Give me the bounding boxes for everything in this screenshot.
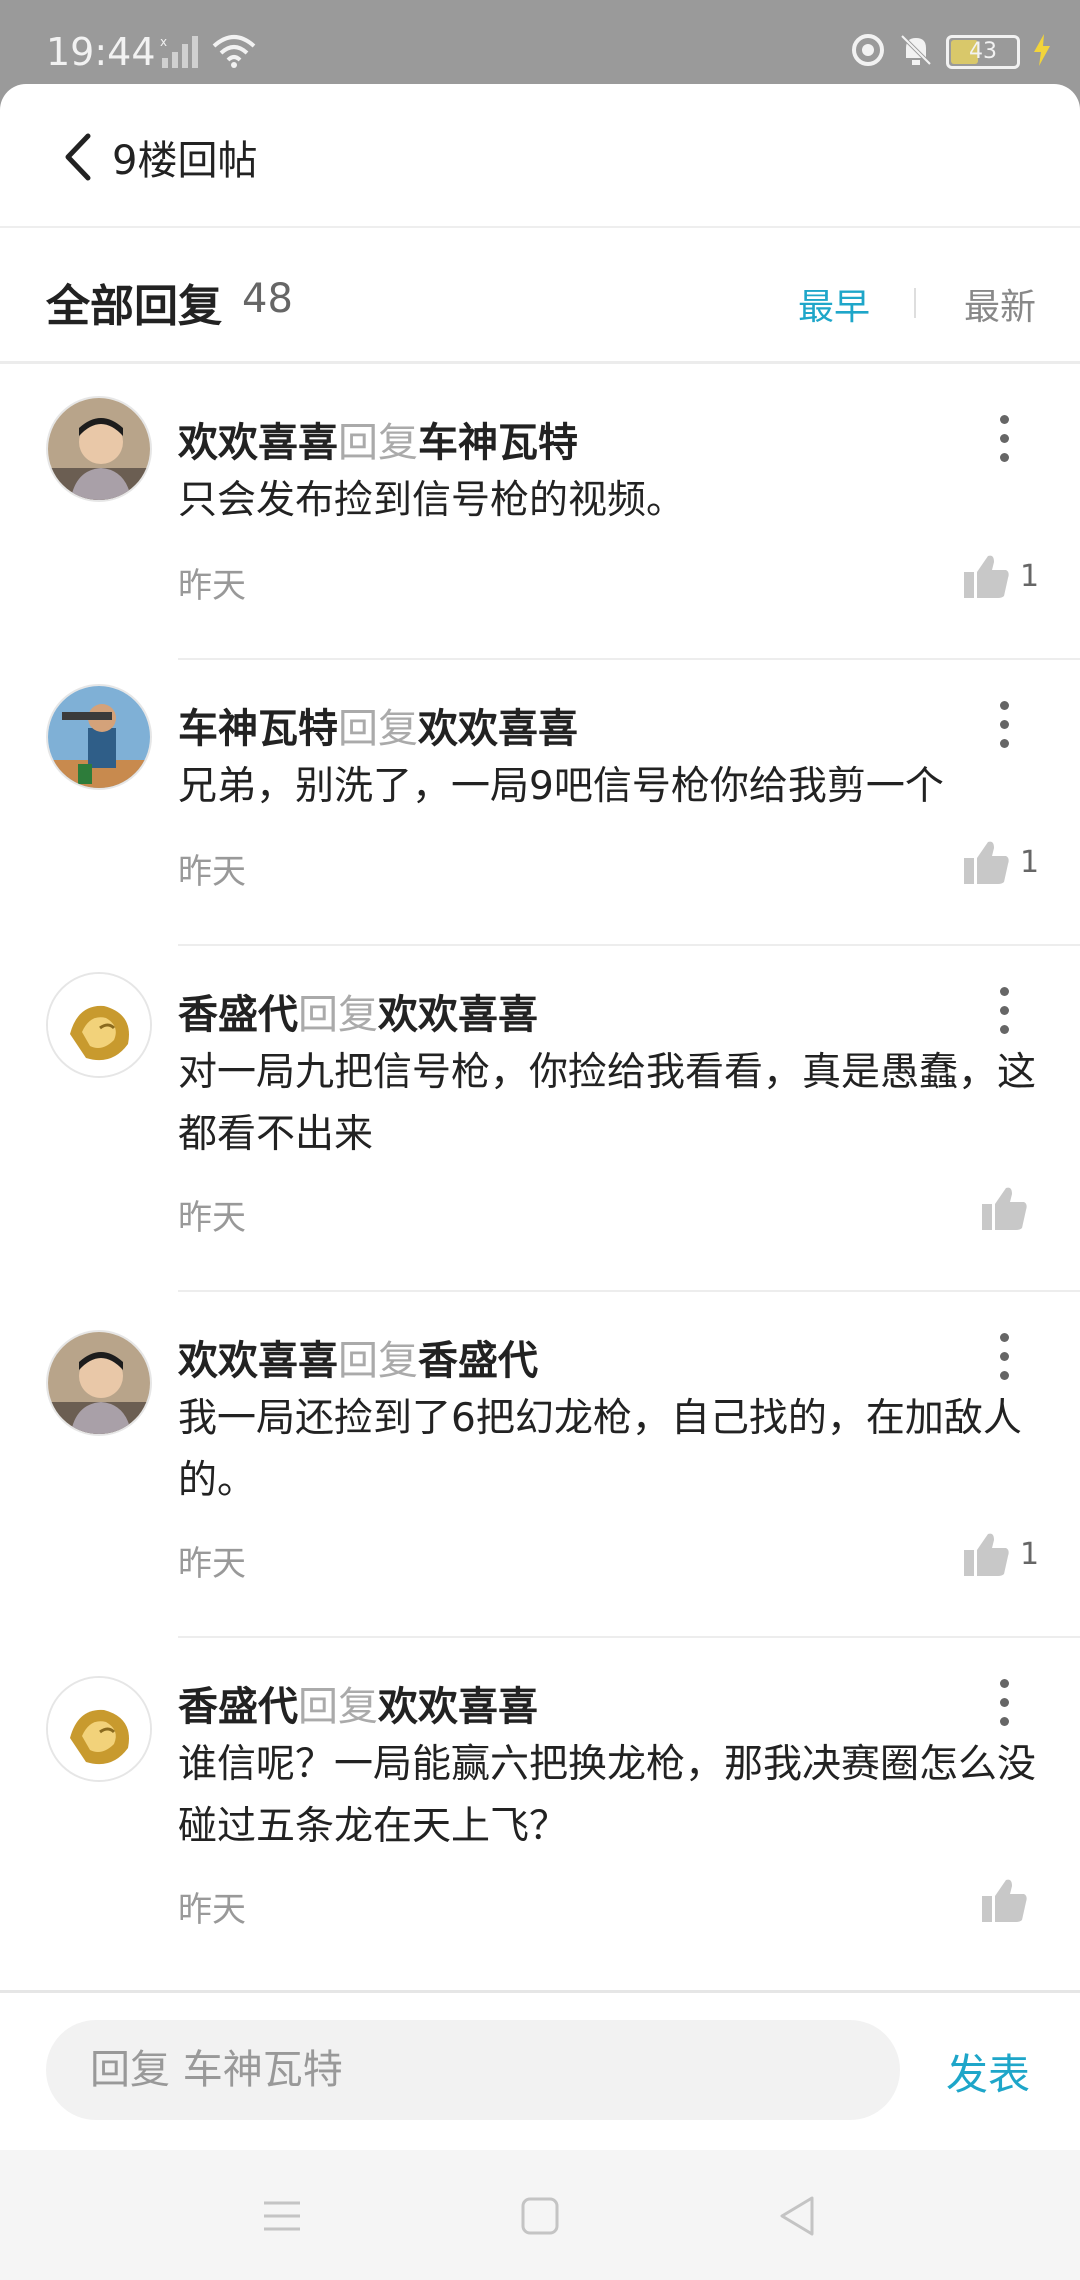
reply-time: 昨天 bbox=[178, 852, 246, 892]
mute-icon bbox=[898, 32, 934, 72]
avatar[interactable] bbox=[46, 1676, 152, 1782]
reply-verb: 回复 bbox=[338, 420, 418, 466]
reply-verb: 回复 bbox=[338, 1338, 418, 1384]
reply-input[interactable] bbox=[46, 2020, 900, 2120]
reply-item[interactable]: 香盛代回复欢欢喜喜 对一局九把信号枪，你捡给我看看，真是愚蠢，这都看不出来 昨天 bbox=[0, 946, 1080, 1292]
reply-text: 兄弟，别洗了，一局9吧信号枪你给我剪一个 bbox=[178, 764, 944, 809]
reply-time: 昨天 bbox=[178, 1890, 246, 1930]
avatar[interactable] bbox=[46, 1330, 152, 1436]
reply-item[interactable]: 车神瓦特回复欢欢喜喜 兄弟，别洗了，一局9吧信号枪你给我剪一个 昨天 1 bbox=[0, 660, 1080, 946]
like-button[interactable]: 1 bbox=[962, 1530, 1039, 1578]
signal-icon: x bbox=[160, 34, 200, 72]
thumbs-up-icon bbox=[964, 841, 1009, 884]
reply-sheet: 9楼回帖 全部回复 48 最早 最新 欢欢喜喜回复车神瓦特 只会发布捡到信号枪的… bbox=[0, 84, 1080, 2150]
like-button[interactable] bbox=[980, 1876, 1038, 1924]
page-title: 9楼回帖 bbox=[112, 138, 258, 184]
publish-button[interactable]: 发表 bbox=[946, 2041, 1030, 2102]
reply-target[interactable]: 车神瓦特 bbox=[418, 420, 578, 466]
reply-verb: 回复 bbox=[338, 706, 418, 752]
reply-item[interactable]: 欢欢喜喜回复香盛代 我一局还捡到了6把幻龙枪，自己找的，在加敌人的。 昨天 1 bbox=[0, 1292, 1080, 1638]
reply-target[interactable]: 欢欢喜喜 bbox=[378, 1684, 538, 1730]
more-options-button[interactable] bbox=[984, 980, 1024, 1040]
like-button[interactable]: 1 bbox=[962, 838, 1039, 886]
reply-verb: 回复 bbox=[298, 992, 378, 1038]
reply-author[interactable]: 欢欢喜喜 bbox=[178, 420, 338, 466]
more-options-button[interactable] bbox=[984, 408, 1024, 468]
menu-icon[interactable] bbox=[252, 2186, 312, 2246]
battery-icon: 43 bbox=[946, 35, 1020, 69]
wifi-icon bbox=[212, 34, 256, 72]
thumbs-up-icon bbox=[964, 1533, 1009, 1576]
reply-verb: 回复 bbox=[298, 1684, 378, 1730]
like-count: 1 bbox=[1020, 844, 1040, 880]
like-button[interactable] bbox=[980, 1184, 1038, 1232]
reply-item[interactable]: 欢欢喜喜回复车神瓦特 只会发布捡到信号枪的视频。 昨天 1 bbox=[0, 374, 1080, 660]
all-replies-title: 全部回复 bbox=[46, 281, 222, 332]
sort-divider bbox=[914, 288, 916, 318]
back-triangle-icon[interactable] bbox=[766, 2186, 826, 2246]
svg-text:x: x bbox=[160, 35, 167, 49]
reply-author[interactable]: 香盛代 bbox=[178, 1684, 298, 1730]
sort-newest-tab[interactable]: 最新 bbox=[964, 278, 1036, 330]
reply-text: 我一局还捡到了6把幻龙枪，自己找的，在加敌人的。 bbox=[178, 1396, 1022, 1503]
reply-author[interactable]: 车神瓦特 bbox=[178, 706, 338, 752]
reply-list: 欢欢喜喜回复车神瓦特 只会发布捡到信号枪的视频。 昨天 1 车神瓦特回复欢欢喜喜… bbox=[0, 374, 1080, 1984]
reply-count: 48 bbox=[242, 276, 293, 322]
thumbs-up-icon bbox=[982, 1879, 1027, 1922]
like-count: 1 bbox=[1020, 1536, 1040, 1572]
home-icon[interactable] bbox=[510, 2186, 570, 2246]
chevron-left-icon bbox=[65, 133, 91, 181]
more-options-button[interactable] bbox=[984, 1326, 1024, 1386]
avatar[interactable] bbox=[46, 972, 152, 1078]
reply-target[interactable]: 欢欢喜喜 bbox=[418, 706, 578, 752]
more-options-button[interactable] bbox=[984, 1672, 1024, 1732]
thumbs-up-icon bbox=[982, 1187, 1027, 1230]
alarm-icon bbox=[850, 32, 886, 72]
reply-time: 昨天 bbox=[178, 1198, 246, 1238]
replies-header: 全部回复 48 最早 最新 bbox=[0, 230, 1080, 364]
back-button[interactable] bbox=[52, 124, 102, 190]
reply-composer: 发表 bbox=[0, 1990, 1080, 2146]
reply-item[interactable]: 香盛代回复欢欢喜喜 谁信呢？一局能赢六把换龙枪，那我决赛圈怎么没碰过五条龙在天上… bbox=[0, 1638, 1080, 1984]
reply-text: 对一局九把信号枪，你捡给我看看，真是愚蠢，这都看不出来 bbox=[178, 1050, 1037, 1157]
reply-text: 只会发布捡到信号枪的视频。 bbox=[178, 478, 686, 523]
reply-text: 谁信呢？一局能赢六把换龙枪，那我决赛圈怎么没碰过五条龙在天上飞？ bbox=[178, 1742, 1037, 1849]
top-bar: 9楼回帖 bbox=[0, 84, 1080, 228]
status-time: 19:44 bbox=[46, 30, 156, 74]
avatar[interactable] bbox=[46, 684, 152, 790]
more-options-button[interactable] bbox=[984, 694, 1024, 754]
avatar[interactable] bbox=[46, 396, 152, 502]
reply-time: 昨天 bbox=[178, 566, 246, 606]
reply-author[interactable]: 欢欢喜喜 bbox=[178, 1338, 338, 1384]
reply-target[interactable]: 香盛代 bbox=[418, 1338, 538, 1384]
reply-time: 昨天 bbox=[178, 1544, 246, 1584]
system-nav-bar bbox=[0, 2150, 1080, 2280]
battery-level: 43 bbox=[969, 39, 997, 64]
reply-author[interactable]: 香盛代 bbox=[178, 992, 298, 1038]
sort-earliest-tab[interactable]: 最早 bbox=[798, 278, 870, 330]
like-button[interactable]: 1 bbox=[962, 552, 1039, 600]
thumbs-up-icon bbox=[964, 555, 1009, 598]
like-count: 1 bbox=[1020, 558, 1040, 594]
reply-target[interactable]: 欢欢喜喜 bbox=[378, 992, 538, 1038]
charging-icon bbox=[1032, 34, 1052, 70]
